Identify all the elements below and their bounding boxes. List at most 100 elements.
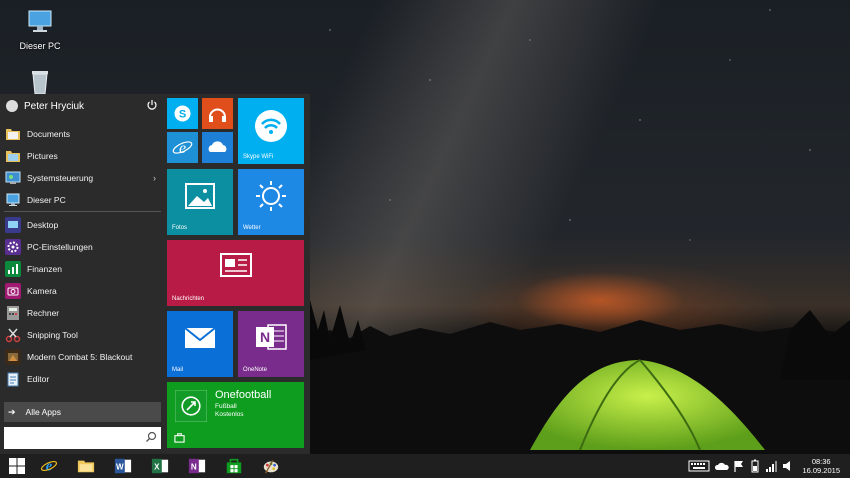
tile-label: Skype WiFi	[243, 154, 274, 160]
tile-label: Mail	[172, 367, 184, 373]
signal-icon[interactable]	[765, 459, 777, 473]
start-item-pictures[interactable]: Pictures	[0, 145, 164, 166]
tile-skype-wifi[interactable]: Skype WiFi	[238, 98, 304, 164]
start-menu-separator	[4, 211, 161, 212]
onefootball-title: Onefootball	[215, 389, 272, 401]
start-item-label: Rechner	[27, 307, 60, 318]
calculator-icon	[7, 305, 19, 320]
start-item-systemsteuerung[interactable]: Systemsteuerung ›	[0, 167, 164, 188]
start-app-desktop[interactable]: Desktop	[0, 214, 164, 235]
keyboard-icon[interactable]	[688, 459, 710, 473]
taskbar-file-explorer[interactable]	[73, 456, 99, 476]
taskbar-clock[interactable]: 08:36 16.09.2015	[802, 457, 840, 475]
cloud-icon	[208, 141, 227, 152]
user-avatar-icon	[6, 100, 18, 112]
start-item-label: Systemsteuerung	[27, 172, 94, 183]
all-apps-button[interactable]: ➔ Alle Apps	[4, 402, 161, 422]
tile-onedrive[interactable]	[202, 132, 233, 163]
store-bag-icon	[174, 433, 185, 443]
arrow-right-icon: ➔	[8, 406, 16, 417]
start-item-documents[interactable]: Documents	[0, 123, 164, 144]
svg-text:N: N	[191, 463, 197, 472]
start-item-label: Pictures	[27, 150, 58, 161]
start-app-finanzen[interactable]: Finanzen	[0, 258, 164, 279]
headphones-icon	[209, 108, 226, 122]
start-app-kamera[interactable]: Kamera	[0, 280, 164, 301]
file-explorer-icon	[77, 460, 95, 473]
desktop-icon-label: Dieser PC	[19, 41, 61, 51]
tile-label: OneNote	[243, 367, 268, 373]
taskbar-word[interactable]: W	[110, 456, 136, 476]
windows-start-icon	[9, 458, 25, 474]
svg-text:S: S	[179, 109, 186, 121]
taskbar-start-button[interactable]	[4, 456, 30, 476]
battery-icon[interactable]	[751, 459, 759, 473]
start-item-dieser-pc[interactable]: Dieser PC	[0, 189, 164, 210]
all-apps-label: Alle Apps	[25, 407, 61, 417]
folder-icon	[6, 150, 20, 162]
onefootball-line2: Kostenlos	[215, 411, 244, 418]
start-item-label: Kamera	[27, 285, 57, 296]
desktop-icon-dieser-pc[interactable]: Dieser PC	[10, 8, 70, 51]
onenote-icon: N	[188, 458, 206, 474]
start-app-snipping-tool[interactable]: Snipping Tool	[0, 324, 164, 345]
volume-icon[interactable]	[782, 459, 794, 473]
taskbar-paint[interactable]	[258, 456, 284, 476]
taskbar: e W X N 08:36 16.09.2015	[0, 454, 850, 478]
word-icon: W	[114, 458, 132, 474]
start-item-label: Desktop	[27, 219, 59, 230]
start-app-pc-einstellungen[interactable]: PC-Einstellungen	[0, 236, 164, 257]
power-icon[interactable]	[146, 99, 158, 111]
tile-mail[interactable]: Mail	[167, 311, 233, 377]
desktop-icon	[5, 216, 21, 233]
start-search-box[interactable]	[4, 427, 161, 449]
tile-onenote[interactable]: N OneNote	[238, 311, 304, 377]
taskbar-internet-explorer[interactable]: e	[36, 456, 62, 476]
start-app-modern-combat-5[interactable]: Modern Combat 5: Blackout	[0, 346, 164, 367]
clock-time: 08:36	[811, 457, 831, 466]
start-app-rechner[interactable]: Rechner	[0, 302, 164, 323]
skype-icon: S	[174, 105, 191, 122]
onedrive-tray-icon[interactable]	[715, 459, 729, 473]
finance-icon	[5, 260, 21, 277]
flag-icon[interactable]	[733, 459, 745, 473]
tile-music[interactable]	[202, 98, 233, 129]
start-item-label: Editor	[27, 373, 50, 384]
svg-text:W: W	[116, 463, 124, 472]
search-icon	[146, 431, 157, 442]
start-item-label: Finanzen	[27, 263, 62, 274]
start-menu: Peter Hryciuk Documents Pictures Systems…	[0, 94, 310, 454]
computer-icon	[28, 10, 52, 32]
submenu-chevron-icon: ›	[153, 172, 156, 183]
taskbar-onenote[interactable]: N	[184, 456, 210, 476]
internet-explorer-icon: e	[172, 140, 193, 157]
taskbar-store[interactable]	[221, 456, 247, 476]
scissors-icon	[5, 328, 21, 342]
recycle-bin-icon	[32, 71, 48, 95]
paint-icon	[263, 460, 279, 474]
gear-icon	[5, 238, 21, 255]
tile-label: Fotos	[172, 225, 188, 231]
computer-icon	[6, 193, 20, 206]
folder-icon	[6, 128, 20, 140]
store-icon	[226, 458, 242, 474]
start-app-editor[interactable]: Editor	[0, 368, 164, 389]
taskbar-excel[interactable]: X	[147, 456, 173, 476]
tile-fotos[interactable]: Fotos	[167, 169, 233, 235]
tile-nachrichten[interactable]: Nachrichten	[167, 240, 304, 306]
game-icon	[5, 348, 21, 365]
svg-text:N: N	[260, 329, 270, 345]
user-account[interactable]: Peter Hryciuk	[0, 94, 164, 118]
svg-text:X: X	[154, 463, 160, 472]
tile-internet-explorer[interactable]: e	[167, 132, 198, 163]
start-menu-left-column: Peter Hryciuk Documents Pictures Systems…	[0, 94, 164, 454]
tile-label: Nachrichten	[172, 296, 205, 302]
tile-store-onefootball[interactable]: Onefootball Fußball Kostenlos	[167, 382, 304, 448]
wallpaper-tent	[530, 359, 765, 451]
tile-skype[interactable]: S	[167, 98, 198, 129]
internet-explorer-icon: e	[40, 459, 58, 475]
wallpaper-stars	[310, 0, 850, 320]
tile-wetter[interactable]: Wetter	[238, 169, 304, 235]
start-item-label: Dieser PC	[27, 194, 66, 205]
start-item-label: Documents	[27, 128, 70, 139]
